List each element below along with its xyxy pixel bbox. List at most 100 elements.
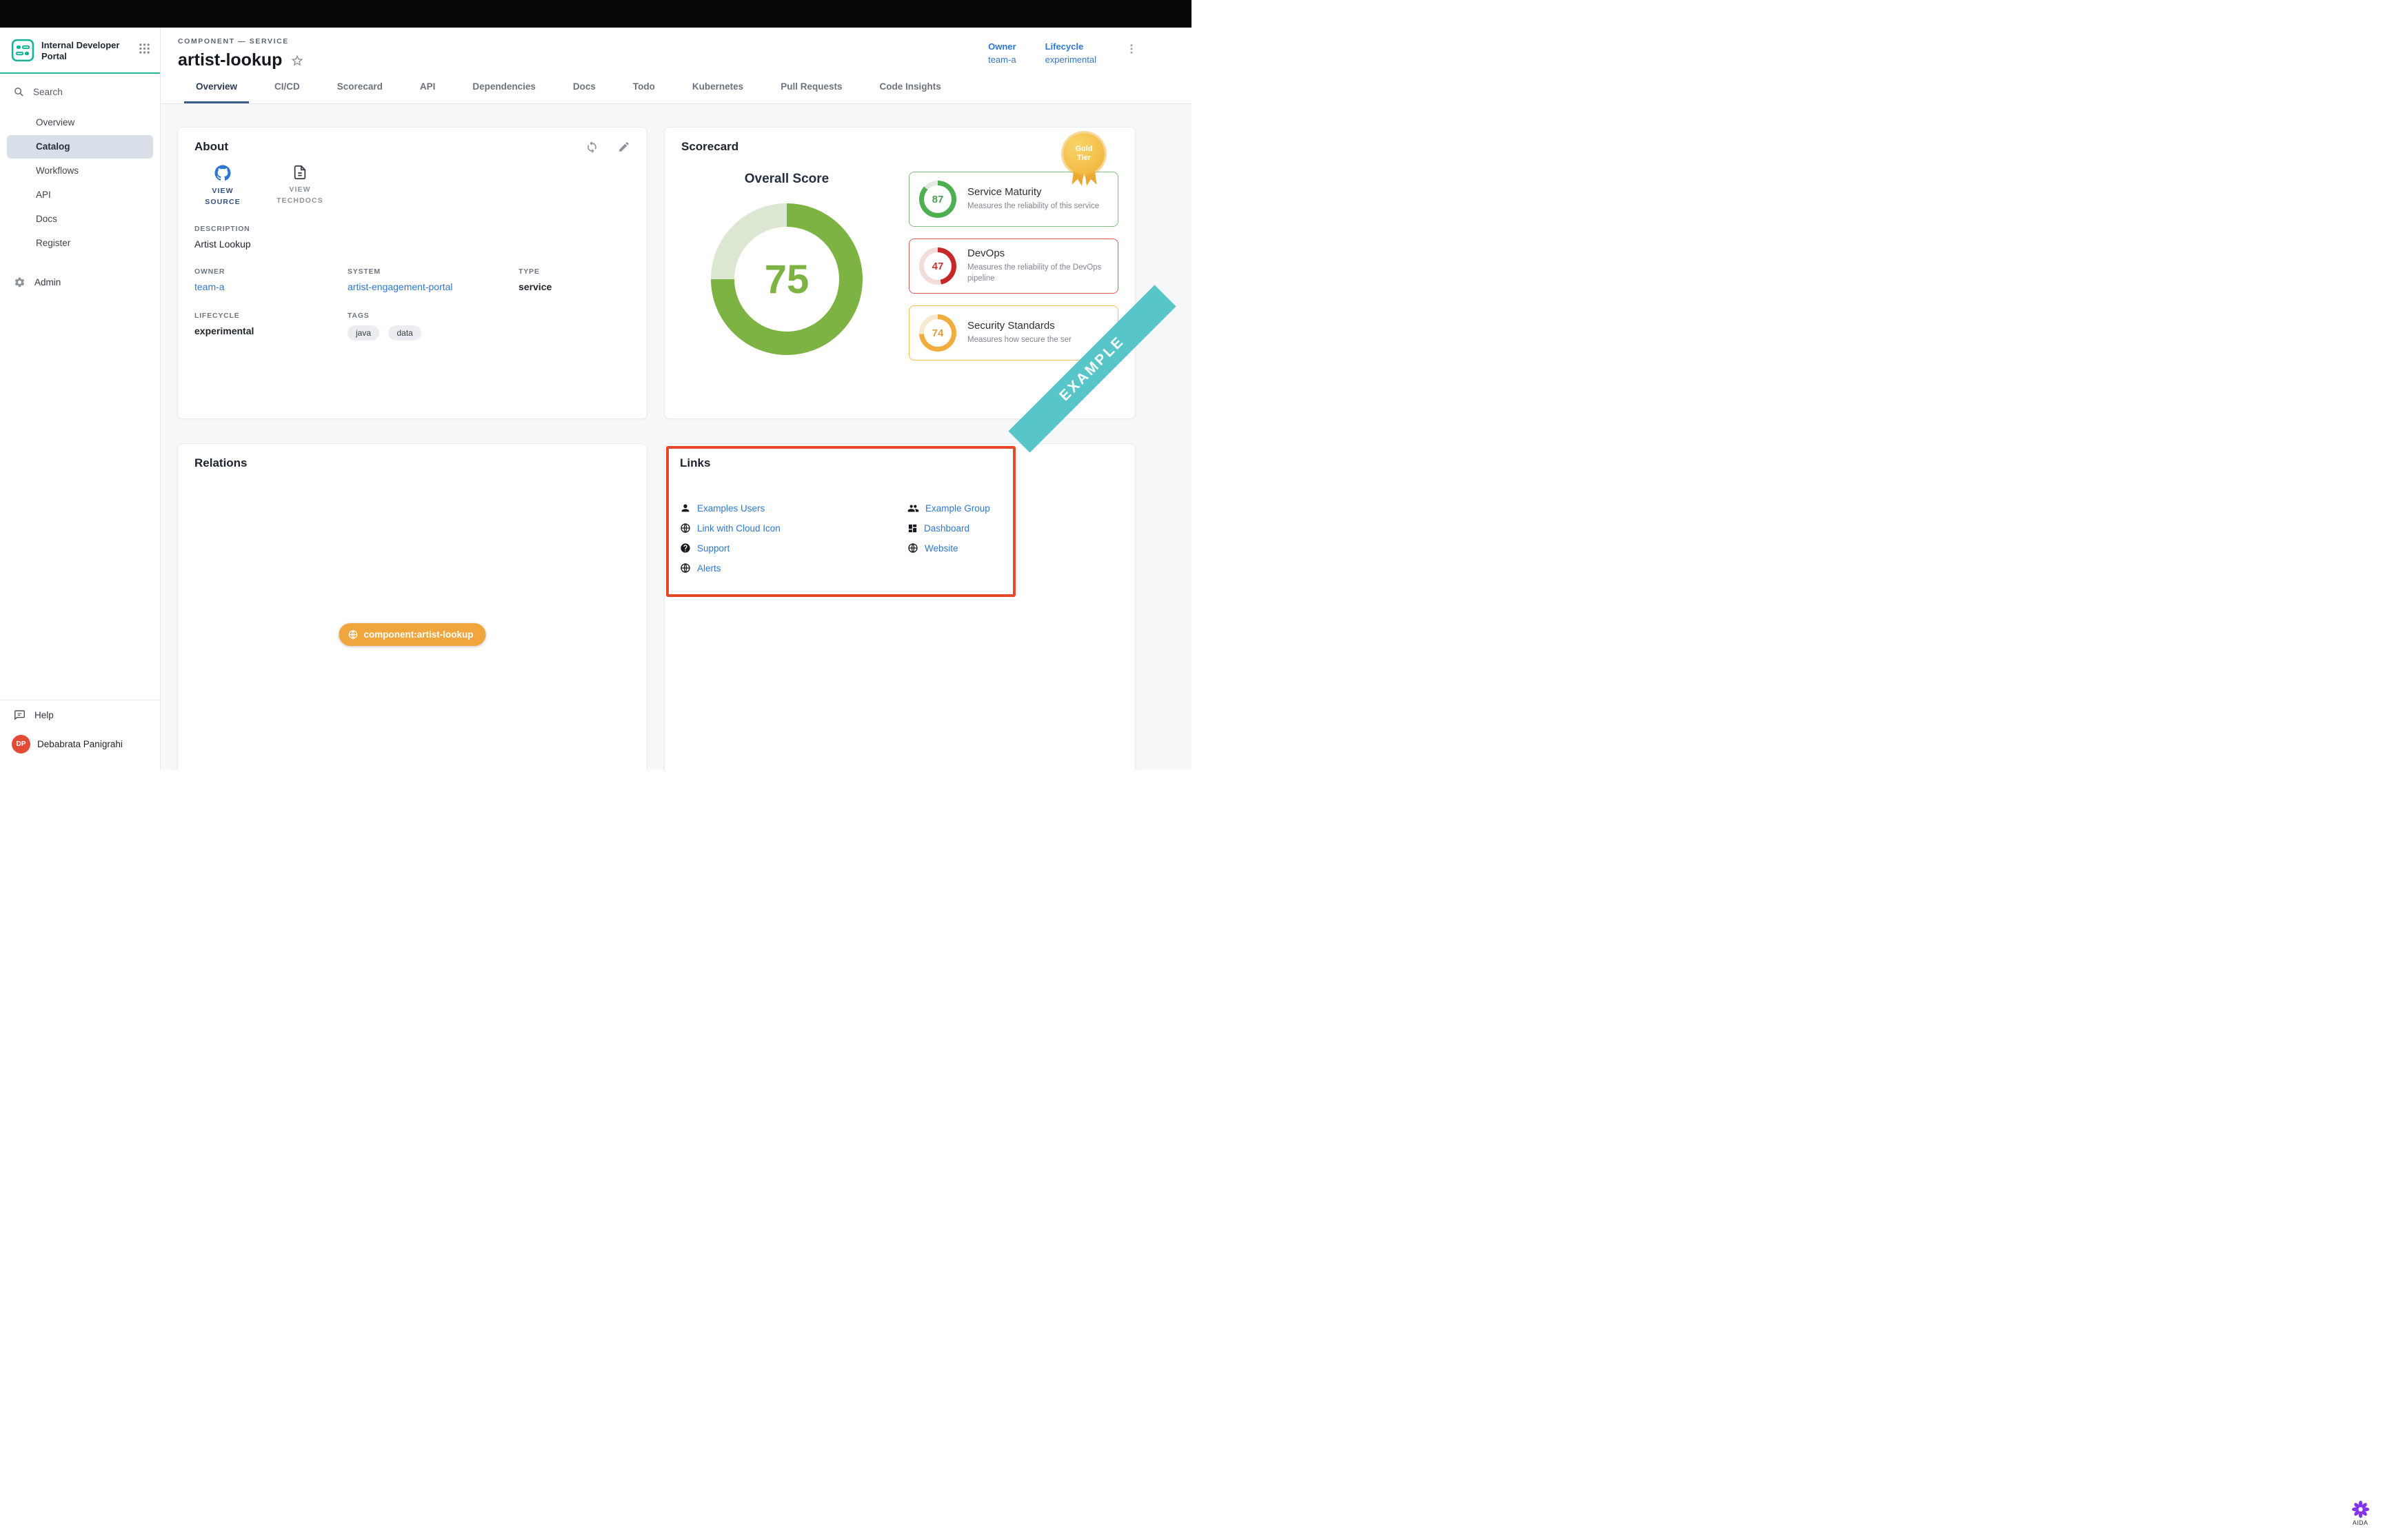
page-title: artist-lookup (178, 50, 282, 70)
help-label: Help (34, 710, 54, 720)
aida-flower-icon (2351, 1500, 2370, 1519)
view-techdocs-label: VIEW TECHDOCS (272, 184, 328, 207)
lifecycle-field-label: LIFECYCLE (194, 312, 348, 320)
entity-meta: Owner team-a Lifecycle experimental (988, 37, 1138, 70)
sidebar-item-workflows[interactable]: Workflows (7, 159, 153, 183)
tab-api[interactable]: API (401, 70, 454, 103)
metric-name: Service Maturity (967, 186, 1099, 198)
metric-desc: Measures the reliability of this service (967, 201, 1099, 212)
tab-pull-requests[interactable]: Pull Requests (762, 70, 861, 103)
tab-scorecard[interactable]: Scorecard (319, 70, 401, 103)
tab-overview[interactable]: Overview (177, 70, 256, 103)
sidebar-item-api[interactable]: API (7, 183, 153, 207)
user-menu[interactable]: DP Debabrata Panigrahi (0, 727, 160, 770)
system-field: SYSTEM artist-engagement-portal (348, 267, 519, 292)
sidebar-item-overview[interactable]: Overview (7, 111, 153, 134)
description-label: DESCRIPTION (194, 225, 630, 233)
metric-desc: Measures how secure the ser (967, 335, 1072, 346)
tab-code-insights[interactable]: Code Insights (861, 70, 959, 103)
nav-label: Workflows (36, 165, 79, 176)
gold-tier-badge: Gold Tier (1062, 133, 1106, 187)
link-with-cloud-icon[interactable]: Link with Cloud Icon (680, 522, 907, 534)
metric-name: DevOps (967, 247, 1108, 259)
content-grid: About (161, 104, 1192, 770)
system-field-link[interactable]: artist-engagement-portal (348, 281, 519, 292)
metric-score: 74 (919, 314, 956, 352)
tab-kubernetes[interactable]: Kubernetes (674, 70, 762, 103)
owner-value-link[interactable]: team-a (988, 54, 1016, 65)
tab-dependencies[interactable]: Dependencies (454, 70, 554, 103)
sidebar-item-admin[interactable]: Admin (0, 271, 160, 294)
aida-assistant-button[interactable]: AIDA (2343, 1500, 2377, 1526)
nav-label: Docs (36, 214, 57, 224)
edit-pencil-icon[interactable] (618, 141, 630, 154)
entity-kind-eyebrow: COMPONENT — SERVICE (178, 37, 304, 45)
tab-docs[interactable]: Docs (554, 70, 614, 103)
link-website[interactable]: Website (907, 542, 1120, 554)
metric-name: Security Standards (967, 320, 1072, 332)
metric-score: 87 (919, 181, 956, 218)
sidebar-item-help[interactable]: Help (0, 700, 160, 727)
link-alerts[interactable]: Alerts (680, 562, 907, 574)
link-dashboard[interactable]: Dashboard (907, 522, 1120, 534)
link-label: Examples Users (697, 503, 765, 514)
github-icon (214, 165, 231, 181)
apps-grid-icon[interactable] (139, 39, 150, 54)
relation-node-component-artist-lookup[interactable]: component:artist-lookup (339, 623, 486, 646)
sidebar-item-catalog[interactable]: Catalog (7, 135, 153, 159)
gold-tier-rosette-icon: Gold Tier (1063, 133, 1105, 174)
owner-meta: Owner team-a (988, 41, 1016, 65)
tag-chip[interactable]: data (388, 325, 421, 341)
globe-icon (348, 629, 359, 640)
sidebar: Internal Developer Portal Search Overvie… (0, 28, 161, 770)
favorite-star-icon[interactable] (290, 54, 304, 68)
owner-field-link[interactable]: team-a (194, 281, 348, 292)
sidebar-logo-row: Internal Developer Portal (0, 28, 160, 74)
view-source-button[interactable]: VIEW SOURCE (194, 165, 251, 208)
tag-chip[interactable]: java (348, 325, 379, 341)
link-label: Dashboard (924, 523, 969, 534)
link-label: Alerts (697, 563, 721, 574)
sidebar-nav: Overview Catalog Workflows API Docs Regi… (0, 105, 160, 256)
relations-title: Relations (194, 456, 248, 469)
tab-todo[interactable]: Todo (614, 70, 674, 103)
view-techdocs-button[interactable]: VIEW TECHDOCS (272, 165, 328, 208)
tags-field-label: TAGS (348, 312, 519, 320)
sidebar-item-docs[interactable]: Docs (7, 207, 153, 231)
sidebar-item-register[interactable]: Register (7, 232, 153, 255)
type-field-label: TYPE (519, 267, 630, 276)
tab-cicd[interactable]: CI/CD (256, 70, 319, 103)
overall-score-block: Overall Score 75 (681, 172, 892, 361)
links-column-1: Examples Users Link with Cloud Icon (680, 502, 907, 574)
document-icon (292, 165, 308, 180)
nav-label: Overview (36, 117, 74, 128)
aida-label: AIDA (2343, 1519, 2377, 1526)
relations-card: Relations component:artist-lookup (177, 443, 647, 770)
lifecycle-field: LIFECYCLE experimental (194, 312, 348, 341)
user-name: Debabrata Panigrahi (37, 739, 123, 749)
view-source-label: VIEW SOURCE (194, 185, 251, 208)
globe-icon (907, 543, 918, 554)
metric-donut: 47 (919, 247, 956, 285)
metric-desc: Measures the reliability of the DevOps p… (967, 263, 1108, 284)
lifecycle-meta: Lifecycle experimental (1045, 41, 1096, 65)
link-example-group[interactable]: Example Group (907, 502, 1120, 514)
app-window: Internal Developer Portal Search Overvie… (0, 28, 1192, 770)
kebab-menu-icon[interactable] (1125, 41, 1138, 55)
refresh-icon[interactable] (585, 141, 599, 154)
portal-title: Internal Developer Portal (41, 39, 132, 63)
link-label: Example Group (925, 503, 990, 514)
nav-label: Catalog (36, 141, 70, 152)
metric-devops[interactable]: 47 DevOps Measures the reliability of th… (909, 239, 1118, 294)
sidebar-search[interactable]: Search (0, 74, 160, 105)
link-support[interactable]: Support (680, 542, 907, 554)
lifecycle-value: experimental (1045, 54, 1096, 65)
overall-score-value: 75 (711, 203, 863, 355)
link-label: Support (697, 543, 730, 554)
owner-label: Owner (988, 41, 1016, 52)
link-examples-users[interactable]: Examples Users (680, 502, 907, 514)
help-circle-icon (680, 543, 691, 554)
sidebar-bottom: Help DP Debabrata Panigrahi (0, 700, 160, 770)
gear-icon (14, 276, 26, 288)
lifecycle-field-value: experimental (194, 325, 348, 336)
